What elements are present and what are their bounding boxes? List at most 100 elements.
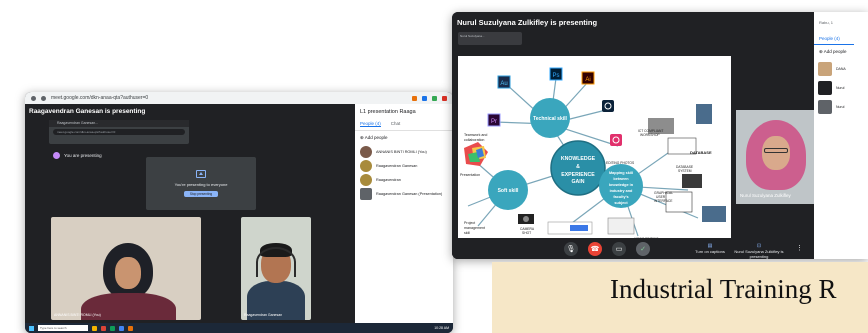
svg-text:management: management: [464, 226, 485, 230]
tab-people[interactable]: People (4): [814, 33, 854, 45]
presenting-status-label: Nurul Suzulyana Zulkifley is presenting: [734, 249, 784, 259]
participant-row[interactable]: Nurul: [814, 97, 868, 116]
participant-name: Nurul: [836, 104, 845, 109]
participant-row[interactable]: Raagavendran: [355, 173, 453, 187]
svg-text:EDITING PHOTOS: EDITING PHOTOS: [606, 161, 635, 165]
svg-text:skill: skill: [464, 231, 470, 235]
shared-tab: Raagavendran Ganesan...: [49, 120, 189, 127]
colorful-icon: [464, 142, 488, 166]
extension-icon[interactable]: [432, 95, 437, 101]
date-label: Rabu, 1: [819, 20, 834, 25]
people-panel: L1 presentation Raaga People (4) Chat ⊕ …: [355, 104, 453, 323]
meet-main-area: Raagavendran Ganesan is presenting Raaga…: [25, 104, 355, 323]
more-options-icon[interactable]: ⋮: [796, 244, 803, 252]
participant-name: DANA: [836, 66, 846, 71]
tab-people[interactable]: People (4): [360, 121, 381, 127]
participant-video: [256, 247, 296, 277]
participant-row[interactable]: ANNANIS BINTI ROMLI (You): [355, 145, 453, 159]
app-icon[interactable]: [92, 325, 97, 331]
svg-text:SHOT: SHOT: [522, 231, 531, 235]
participant-name: ANNANIS BINTI ROMLI (You): [376, 150, 427, 154]
svg-text:&: &: [576, 164, 580, 170]
svg-text:industry and: industry and: [610, 189, 633, 193]
avatar: [360, 174, 372, 186]
participant-row[interactable]: Nurul: [814, 78, 868, 97]
taskbar-clock: 10:28 AM: [434, 326, 449, 330]
back-icon[interactable]: [31, 95, 36, 101]
svg-text:DATABASE: DATABASE: [690, 150, 712, 155]
svg-text:Ai: Ai: [585, 77, 590, 83]
app-icon[interactable]: [101, 325, 106, 331]
camera-icon[interactable]: ▭: [612, 242, 626, 256]
tab-chat[interactable]: Chat: [391, 121, 401, 127]
meeting-title: L1 presentation Raaga: [360, 109, 416, 115]
extension-icon[interactable]: [412, 95, 417, 101]
add-people-label: Add people: [364, 135, 388, 140]
add-people-button[interactable]: ⊕ Add people: [814, 45, 868, 59]
browser-address-bar: meet.google.com/dkn-anaa-qta?authuser=0: [25, 92, 453, 104]
extension-icon[interactable]: [442, 95, 447, 101]
stop-presenting-button[interactable]: Stop presenting: [183, 191, 219, 197]
avatar: [360, 188, 372, 200]
you-presenting-row: You are presenting: [53, 152, 102, 159]
captions-label: Turn on captions: [695, 249, 725, 254]
you-presenting-label: You are presenting: [64, 153, 102, 158]
heading-box: Industrial Training R: [492, 262, 868, 333]
presenting-message: You're presenting to everyone: [174, 182, 228, 187]
avatar: [53, 152, 60, 159]
end-call-icon[interactable]: ☎: [588, 242, 602, 256]
checkmark-icon[interactable]: ✓: [636, 242, 650, 256]
video-tile[interactable]: Raagavendran Ganesan: [241, 217, 311, 320]
captions-button[interactable]: ▤ Turn on captions: [692, 243, 728, 254]
page-heading: Industrial Training R: [610, 274, 837, 304]
add-people-button[interactable]: ⊕ Add people: [355, 131, 453, 145]
collage: meet.google.com/dkn-anaa-qta?authuser=0 …: [0, 0, 868, 333]
svg-text:Teamwork and: Teamwork and: [464, 133, 487, 137]
panel-tabs: People (4) Chat: [355, 118, 453, 131]
svg-text:collaboration: collaboration: [464, 138, 484, 142]
svg-text:subject: subject: [614, 201, 628, 205]
participant-name: Raagavendran Ganesan (Presentation): [376, 192, 443, 196]
add-people-label: Add people: [823, 49, 847, 54]
participant-row[interactable]: Raagavendran Ganesan (Presentation): [355, 187, 453, 201]
taskbar-search[interactable]: Type here to search: [38, 325, 88, 331]
app-icon[interactable]: [128, 325, 133, 331]
meeting-controls: 🎙 ☎ ▭ ✓ ▤ Turn on captions ⊡ Nurul Suzul…: [452, 238, 814, 259]
participant-row[interactable]: DANA: [814, 59, 868, 78]
avatar: [360, 160, 372, 172]
svg-text:EXPERIENCE: EXPERIENCE: [561, 172, 595, 178]
mic-icon[interactable]: 🎙: [564, 242, 578, 256]
right-meet-screenshot: Nurul Suzulyana Zulkifley is presenting …: [452, 12, 868, 259]
svg-text:between: between: [613, 177, 629, 181]
participant-name: Raagavendran Ganesan: [376, 164, 418, 168]
svg-text:knowledge in: knowledge in: [609, 183, 634, 187]
svg-text:Au: Au: [500, 81, 507, 87]
presenting-title: Nurul Suzulyana Zulkifley is presenting: [457, 18, 598, 27]
svg-text:KNOWLEDGE: KNOWLEDGE: [561, 156, 596, 162]
avatar: [818, 99, 832, 114]
avatar: [818, 80, 832, 95]
svg-text:Mapping skill: Mapping skill: [609, 171, 633, 175]
meet-main-area: Nurul Suzulyana Zulkifley is presenting …: [452, 12, 814, 259]
svg-text:SYSTEM: SYSTEM: [678, 169, 692, 173]
participant-row[interactable]: Raagavendran Ganesan: [355, 159, 453, 173]
app-icon[interactable]: [119, 325, 124, 331]
svg-text:faculty's: faculty's: [613, 195, 628, 199]
windows-start-icon[interactable]: [29, 325, 34, 331]
svg-text:Project: Project: [464, 221, 475, 225]
presenting-status-button[interactable]: ⊡ Nurul Suzulyana Zulkifley is presentin…: [734, 243, 784, 259]
extension-icon[interactable]: [422, 95, 427, 101]
windows-taskbar: Type here to search 10:28 AM: [25, 323, 453, 333]
presenter-video[interactable]: Nurul Suzulyana Zulkifley: [736, 110, 814, 204]
address-url[interactable]: meet.google.com/dkn-anaa-qta?authuser=0: [51, 95, 407, 101]
tile-name: Raagavendran Ganesan: [244, 313, 283, 317]
participant-name: Raagavendran: [376, 178, 401, 182]
shared-browser-window: Raagavendran Ganesan... meet.google.com/…: [49, 120, 189, 144]
app-icon[interactable]: [110, 325, 115, 331]
video-tile[interactable]: ANNANIS BINTI ROMLI (You): [51, 217, 201, 320]
refresh-icon[interactable]: [41, 95, 46, 101]
svg-text:Ps: Ps: [552, 73, 559, 79]
technical-skill-label: Technical skill: [533, 116, 567, 122]
svg-text:Pr: Pr: [491, 119, 497, 125]
participant-video: [115, 257, 141, 289]
